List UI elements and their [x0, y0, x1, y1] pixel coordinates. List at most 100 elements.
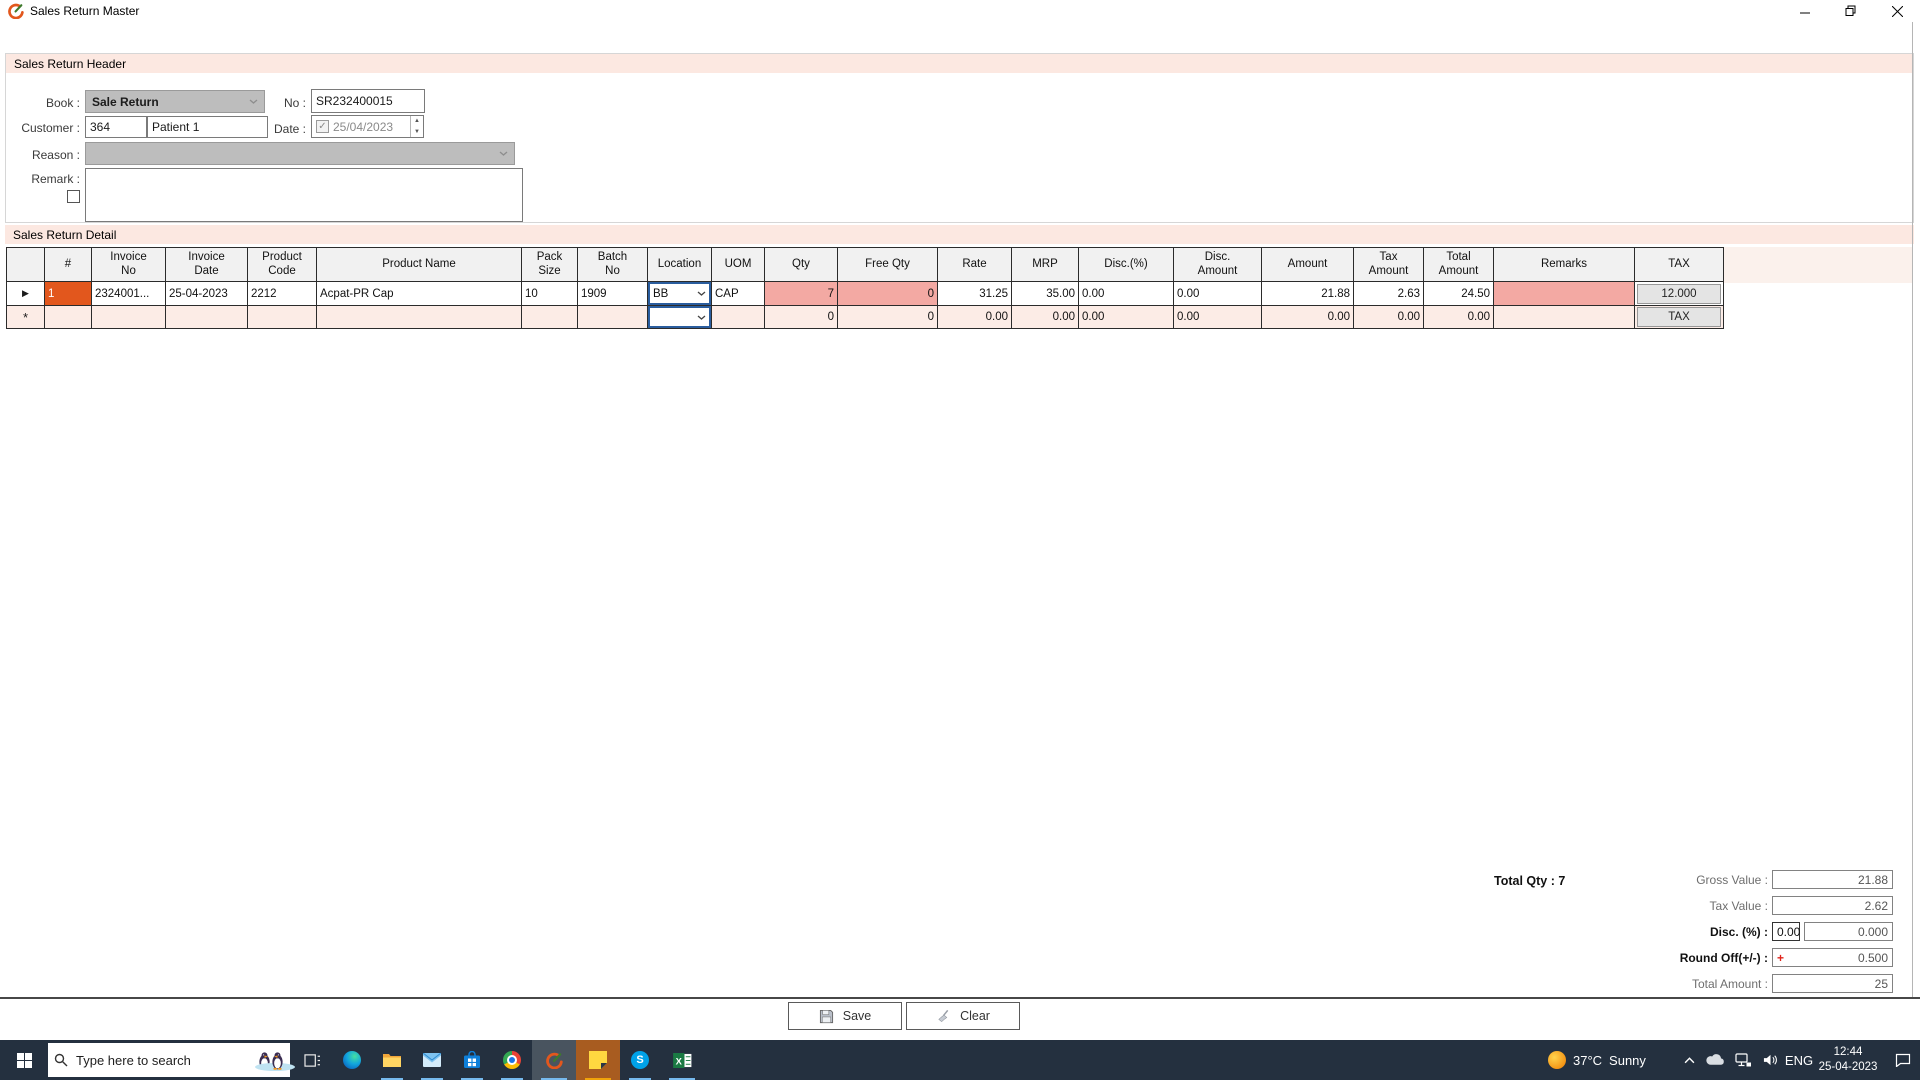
cell-disc-amount[interactable]: 0.00: [1173, 305, 1262, 329]
svg-text:X: X: [675, 1056, 682, 1066]
no-input[interactable]: SR232400015: [311, 89, 425, 113]
taskbar-excel[interactable]: X: [660, 1040, 704, 1080]
cell-pack-size[interactable]: [521, 305, 578, 329]
tray-show-hidden-icons[interactable]: [1678, 1040, 1700, 1080]
cell-disc-pct[interactable]: 0.00: [1078, 305, 1174, 329]
row-selector[interactable]: ▶: [6, 281, 45, 306]
clear-button[interactable]: Clear: [906, 1002, 1020, 1030]
cell-product-name[interactable]: [316, 305, 522, 329]
book-dropdown[interactable]: Sale Return: [85, 90, 265, 113]
col-remarks: Remarks: [1493, 247, 1635, 282]
taskbar-chrome[interactable]: [492, 1040, 532, 1080]
customer-code-input[interactable]: 364: [85, 116, 147, 138]
action-center-button[interactable]: [1886, 1040, 1920, 1080]
cell-disc-pct[interactable]: 0.00: [1078, 281, 1174, 306]
cell-total-amount[interactable]: 0.00: [1423, 305, 1494, 329]
taskbar-edge[interactable]: [332, 1040, 372, 1080]
customer-name-input[interactable]: Patient 1: [147, 116, 268, 138]
sticky-notes-icon: [589, 1051, 607, 1069]
tray-onedrive[interactable]: [1702, 1040, 1728, 1080]
date-picker[interactable]: ✓ 25/04/2023 ▲ ▼: [311, 115, 424, 138]
cell-uom[interactable]: [711, 305, 765, 329]
taskbar-search-input[interactable]: Type here to search: [48, 1043, 295, 1077]
cell-pack-size[interactable]: 10: [521, 281, 578, 306]
row-selector[interactable]: *: [6, 305, 45, 329]
taskbar-store[interactable]: [452, 1040, 492, 1080]
taskbar-skype[interactable]: S: [620, 1040, 660, 1080]
cell-mrp[interactable]: 0.00: [1011, 305, 1079, 329]
cell-free-qty[interactable]: 0: [837, 305, 938, 329]
cell-tax-amount[interactable]: 2.63: [1353, 281, 1424, 306]
cell-total-amount[interactable]: 24.50: [1423, 281, 1494, 306]
chevron-down-icon: [697, 315, 706, 320]
cell-product-code[interactable]: [247, 305, 317, 329]
cell-batch-no[interactable]: [577, 305, 648, 329]
task-view-button[interactable]: [292, 1040, 332, 1080]
tax-button[interactable]: TAX: [1637, 307, 1721, 327]
disc-pct-input[interactable]: 0.00: [1772, 922, 1800, 941]
taskbar-pharmacy-app[interactable]: [532, 1040, 576, 1080]
gross-value-input[interactable]: 21.88: [1772, 870, 1893, 889]
cell-num[interactable]: 1: [44, 281, 92, 306]
cell-uom[interactable]: CAP: [711, 281, 765, 306]
cell-mrp[interactable]: 35.00: [1011, 281, 1079, 306]
total-amount-input[interactable]: 25: [1772, 974, 1893, 993]
cell-disc-amount[interactable]: 0.00: [1173, 281, 1262, 306]
tax-button[interactable]: 12.000: [1637, 283, 1721, 304]
cell-num[interactable]: [44, 305, 92, 329]
col-batch-no: Batch No: [577, 247, 648, 282]
disc-pct-value: 0.00: [1777, 924, 1801, 939]
col-tax-amount: Tax Amount: [1353, 247, 1424, 282]
close-button[interactable]: [1874, 0, 1920, 22]
cell-invoice-no[interactable]: 2324001...: [91, 281, 166, 306]
date-label: Date :: [273, 122, 306, 136]
gross-value-label: Gross Value :: [1696, 873, 1768, 887]
remark-checkbox[interactable]: [67, 190, 80, 203]
disc-amount-input[interactable]: 0.000: [1804, 922, 1893, 941]
tax-value-input[interactable]: 2.62: [1772, 896, 1893, 915]
tray-volume[interactable]: [1757, 1040, 1783, 1080]
chevron-up-icon: [1684, 1056, 1694, 1063]
start-button[interactable]: [0, 1040, 48, 1080]
cell-invoice-date[interactable]: 25-04-2023: [165, 281, 248, 306]
cell-amount[interactable]: 21.88: [1261, 281, 1354, 306]
cell-product-code[interactable]: 2212: [247, 281, 317, 306]
cell-amount[interactable]: 0.00: [1261, 305, 1354, 329]
cell-product-name[interactable]: Acpat-PR Cap: [316, 281, 522, 306]
save-button[interactable]: Save: [788, 1002, 902, 1030]
col-num: #: [44, 247, 92, 282]
weather-widget[interactable]: 37°C Sunny: [1548, 1040, 1668, 1080]
date-checkbox[interactable]: ✓: [316, 120, 329, 133]
cloud-icon: [1705, 1054, 1724, 1065]
tray-language[interactable]: ENG: [1782, 1040, 1816, 1080]
round-off-label: Round Off(+/-) :: [1679, 951, 1768, 965]
cell-batch-no[interactable]: 1909: [577, 281, 648, 306]
cell-rate[interactable]: 0.00: [937, 305, 1012, 329]
cell-tax-amount[interactable]: 0.00: [1353, 305, 1424, 329]
date-spinner[interactable]: ▲ ▼: [410, 116, 423, 137]
round-off-input[interactable]: + 0.500: [1772, 948, 1893, 967]
taskbar-file-explorer[interactable]: [372, 1040, 412, 1080]
remark-textarea[interactable]: [85, 168, 523, 222]
minimize-button[interactable]: [1782, 0, 1828, 22]
cell-free-qty[interactable]: 0: [837, 281, 938, 306]
location-dropdown[interactable]: BB: [648, 282, 711, 305]
cell-qty[interactable]: 7: [764, 281, 838, 306]
chevron-down-icon: [697, 291, 706, 296]
cell-remarks[interactable]: [1493, 281, 1635, 306]
cell-remarks[interactable]: [1493, 305, 1635, 329]
location-dropdown[interactable]: [648, 306, 711, 328]
penguins-image: [255, 1051, 295, 1071]
reason-dropdown[interactable]: [85, 142, 515, 165]
taskbar-sticky-notes[interactable]: [576, 1040, 620, 1080]
cell-invoice-no[interactable]: [91, 305, 166, 329]
cell-qty[interactable]: 0: [764, 305, 838, 329]
taskbar-mail[interactable]: [412, 1040, 452, 1080]
cell-invoice-date[interactable]: [165, 305, 248, 329]
tray-clock[interactable]: 12:44 25-04-2023: [1816, 1040, 1880, 1080]
cell-rate[interactable]: 31.25: [937, 281, 1012, 306]
excel-icon: X: [672, 1052, 691, 1068]
clock-time: 12:44: [1833, 1046, 1863, 1059]
tray-network[interactable]: [1730, 1040, 1756, 1080]
restore-button[interactable]: [1828, 0, 1874, 22]
